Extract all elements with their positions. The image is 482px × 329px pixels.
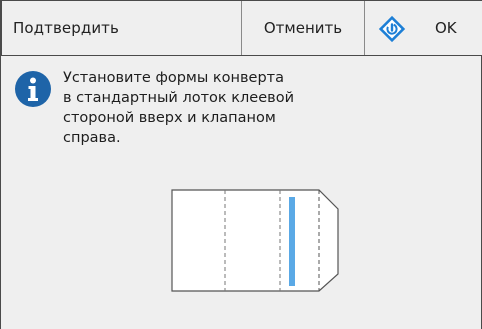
message-line: Установите формы конверта: [63, 70, 285, 86]
message-line: в стандартный лоток клеевой: [63, 90, 294, 106]
envelope-illustration: [171, 189, 339, 292]
message-line: стороной вверх и клапаном: [63, 110, 276, 126]
instruction-message: Установите формы конверта в стандартный …: [63, 68, 323, 148]
dialog-title: Подтвердить: [2, 1, 242, 55]
message-line: справа.: [63, 130, 121, 146]
ok-button-label: OK: [435, 19, 457, 37]
dialog-content: Установите формы конверта в стандартный …: [1, 56, 482, 329]
ok-button[interactable]: OK: [365, 1, 482, 55]
dialog-frame: Подтвердить Отменить OK Установите формы…: [0, 0, 482, 329]
dialog-toolbar: Подтвердить Отменить OK: [1, 0, 482, 56]
start-diamond-icon: [378, 15, 406, 43]
cancel-button[interactable]: Отменить: [242, 1, 365, 55]
info-icon: [15, 71, 51, 107]
